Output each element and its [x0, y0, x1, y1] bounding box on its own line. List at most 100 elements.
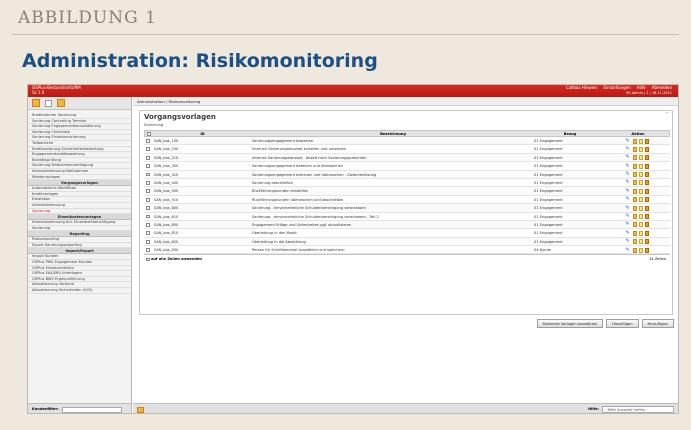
delete-icon[interactable]	[644, 188, 649, 194]
edit-icon[interactable]: ✎	[626, 180, 631, 185]
table-row[interactable]: SAN_bas_600 Sanierung - einvernehmliche S…	[144, 204, 670, 213]
document-icon[interactable]	[632, 163, 637, 169]
row-checkbox[interactable]	[146, 196, 151, 204]
row-checkbox[interactable]	[146, 162, 151, 170]
copy-icon[interactable]	[638, 188, 643, 194]
add-button-2[interactable]: Hinzufügen	[641, 319, 674, 328]
delete-icon[interactable]	[644, 239, 649, 245]
table-row[interactable]: SAN_bas_820 Überleitung in die Abwicklung…	[144, 237, 670, 247]
row-checkbox[interactable]	[146, 246, 151, 254]
delete-icon[interactable]	[644, 155, 649, 161]
table-row[interactable]: SAN_bas_310 Sanierungsengagement betreuen…	[144, 170, 670, 179]
table-row[interactable]: SAN_bas_200 Internen Sanierungskonzept er…	[144, 145, 670, 154]
table-row[interactable]: SAN_bas_500 Rückführungsrunden einstellen…	[144, 187, 670, 196]
document-icon[interactable]	[632, 197, 637, 203]
edit-icon[interactable]: ✎	[626, 239, 631, 244]
edit-icon[interactable]: ✎	[626, 222, 631, 227]
copy-icon[interactable]	[638, 172, 643, 178]
copy-icon[interactable]	[638, 239, 643, 245]
delete-icon[interactable]	[644, 163, 649, 169]
edit-icon[interactable]: ✎	[626, 155, 631, 160]
table-row[interactable]: SAN_bas_830 Person für Schriftwechsel aus…	[144, 246, 670, 255]
table-row[interactable]: SAN_bas_400 Sanierung abschließen 01 Engag…	[144, 179, 670, 188]
document-icon[interactable]	[632, 146, 637, 152]
table-row[interactable]: SAN_bas_510 Rückführungsrunden überwachen…	[144, 196, 670, 205]
document-icon[interactable]	[632, 222, 637, 228]
copy-icon[interactable]	[638, 214, 643, 220]
apply-selected-templates-button[interactable]: Markierte Vorlagen auswählen	[536, 319, 604, 328]
copy-icon[interactable]	[638, 138, 643, 144]
add-button[interactable]: Hinzufügen	[606, 319, 639, 328]
copy-icon[interactable]	[638, 180, 643, 186]
document-icon[interactable]	[632, 230, 637, 236]
table-row[interactable]: SAN_bas_100 Sanierungsengagement bewerten…	[144, 137, 670, 146]
delete-icon[interactable]	[644, 230, 649, 236]
row-checkbox[interactable]	[146, 179, 151, 187]
delete-icon[interactable]	[644, 205, 649, 211]
delete-icon[interactable]	[644, 247, 649, 253]
delete-icon[interactable]	[644, 138, 649, 144]
document-icon[interactable]	[632, 155, 637, 161]
copy-icon[interactable]	[638, 155, 643, 161]
row-checkbox[interactable]	[146, 187, 151, 195]
edit-icon[interactable]: ✎	[626, 205, 631, 211]
document-icon[interactable]	[632, 188, 637, 194]
edit-icon[interactable]: ✎	[626, 214, 631, 219]
edit-icon[interactable]: ✎	[626, 163, 631, 169]
edit-icon[interactable]: ✎	[626, 172, 631, 177]
titlebar-link-callbox[interactable]: Callbox Hinweis	[566, 85, 598, 91]
row-checkbox[interactable]	[146, 229, 151, 237]
collapse-icon[interactable]: ˄	[666, 112, 669, 119]
titlebar-link-logout[interactable]: Abmelden	[652, 85, 672, 91]
sidebar-item[interactable]: Aktualisierung Sicherheiten (VVS)	[28, 288, 131, 294]
customer-filter-input[interactable]	[61, 406, 122, 413]
document-icon[interactable]	[632, 239, 637, 245]
copy-icon[interactable]	[638, 222, 643, 228]
edit-icon[interactable]: ✎	[626, 230, 631, 236]
row-checkbox[interactable]	[146, 204, 151, 212]
row-checkbox[interactable]	[146, 221, 151, 229]
help-select[interactable]: - Bitte Auswahl treffen -	[602, 406, 674, 413]
document-icon[interactable]	[632, 138, 637, 144]
folder-icon[interactable]	[32, 99, 40, 107]
delete-icon[interactable]	[644, 172, 649, 178]
copy-icon[interactable]	[638, 205, 643, 211]
edit-icon[interactable]: ✎	[626, 197, 631, 202]
document-icon[interactable]	[632, 247, 637, 253]
table-row[interactable]: SAN_bas_610 Sanierung - einvernehmliche S…	[144, 213, 670, 221]
folder-icon[interactable]	[137, 407, 144, 413]
copy-icon[interactable]	[638, 247, 643, 253]
row-checkbox[interactable]	[146, 145, 151, 153]
edit-icon[interactable]: ✎	[626, 138, 631, 144]
delete-icon[interactable]	[644, 197, 649, 203]
table-row[interactable]: SAN_bas_300 Sanierungsengagement bebeuen …	[144, 162, 670, 171]
table-row[interactable]: SAN_bas_800 Engagement Erlöge und Sicherh…	[144, 220, 670, 230]
edit-icon[interactable]: ✎	[626, 247, 631, 253]
titlebar-link-help[interactable]: Hilfe	[637, 85, 646, 91]
row-checkbox[interactable]	[146, 171, 151, 179]
row-checkbox[interactable]	[146, 154, 151, 162]
edit-icon[interactable]: ✎	[626, 188, 631, 194]
table-row[interactable]: SAN_bas_210 Internes Sanierungskonzept - …	[144, 153, 670, 163]
page-icon[interactable]	[45, 99, 52, 107]
edit-icon[interactable]: ✎	[626, 146, 631, 152]
delete-icon[interactable]	[644, 214, 649, 220]
document-icon[interactable]	[632, 214, 637, 220]
copy-icon[interactable]	[638, 146, 643, 152]
copy-icon[interactable]	[638, 230, 643, 236]
apply-all-rows[interactable]: auf alle Zeilen anwenden	[146, 255, 202, 263]
row-checkbox[interactable]	[146, 137, 151, 145]
copy-icon[interactable]	[638, 163, 643, 169]
row-checkbox[interactable]	[146, 238, 151, 246]
titlebar-link-settings[interactable]: Einstellungen	[603, 85, 630, 91]
document-icon[interactable]	[632, 180, 637, 186]
folder-open-icon[interactable]	[57, 99, 65, 107]
delete-icon[interactable]	[644, 180, 649, 186]
document-icon[interactable]	[632, 172, 637, 178]
delete-icon[interactable]	[644, 222, 649, 228]
copy-icon[interactable]	[638, 197, 643, 203]
row-checkbox[interactable]	[146, 213, 151, 221]
table-row[interactable]: SAN_bas_810 Überleitung in den Markt 01 En…	[144, 229, 670, 238]
delete-icon[interactable]	[644, 146, 649, 152]
document-icon[interactable]	[632, 205, 637, 211]
